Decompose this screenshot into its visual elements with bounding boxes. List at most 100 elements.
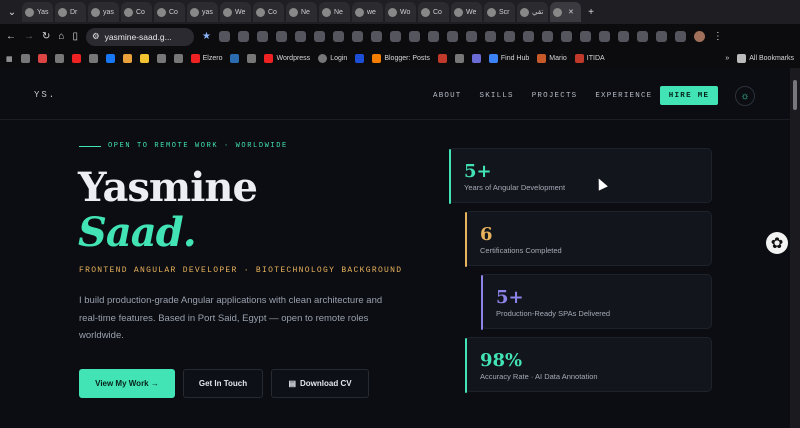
hire-me-button[interactable]: HIRE ME bbox=[660, 86, 718, 105]
tab-search-icon[interactable]: ⌄ bbox=[4, 7, 20, 18]
browser-tab[interactable]: Ne bbox=[319, 2, 350, 22]
bookmark-item[interactable] bbox=[139, 54, 149, 63]
extension-icon[interactable] bbox=[218, 31, 230, 42]
bookmarks-overflow-icon[interactable]: » bbox=[725, 55, 729, 62]
browser-tab[interactable]: Dr bbox=[55, 2, 86, 22]
bookmark-item[interactable] bbox=[71, 54, 81, 63]
bookmark-itida[interactable]: ITIDA bbox=[574, 54, 605, 63]
extension-icon[interactable] bbox=[598, 31, 610, 42]
browser-tab[interactable]: Scr bbox=[484, 2, 515, 22]
extension-icon[interactable] bbox=[332, 31, 344, 42]
site-header: YS. ABOUT SKILLS PROJECTS EXPERIENCE HIR… bbox=[0, 68, 790, 120]
browser-tab[interactable]: Co bbox=[121, 2, 152, 22]
extension-icon[interactable] bbox=[237, 31, 249, 42]
browser-tab[interactable]: Ne bbox=[286, 2, 317, 22]
browser-tab[interactable]: تقي bbox=[517, 2, 548, 22]
bookmark-item[interactable] bbox=[105, 54, 115, 63]
extension-icon[interactable] bbox=[294, 31, 306, 42]
theme-toggle-icon[interactable]: ☼ bbox=[735, 86, 755, 106]
bookmark-item[interactable] bbox=[122, 54, 132, 63]
view-my-work-button[interactable]: View My Work → bbox=[79, 369, 175, 398]
site-info-icon[interactable]: ⚙ bbox=[92, 31, 100, 42]
extension-icon[interactable] bbox=[351, 31, 363, 42]
extension-icon[interactable] bbox=[579, 31, 591, 42]
browser-tab[interactable]: yas bbox=[187, 2, 218, 22]
extension-icon[interactable] bbox=[655, 31, 667, 42]
extension-icon[interactable] bbox=[484, 31, 496, 42]
chatgpt-icon[interactable]: ✿ bbox=[766, 232, 788, 254]
bookmark-item[interactable] bbox=[230, 54, 240, 63]
get-in-touch-button[interactable]: Get In Touch bbox=[183, 369, 263, 398]
bookmark-find-hub[interactable]: Find Hub bbox=[488, 54, 529, 63]
tab-close-icon[interactable]: ✕ bbox=[568, 8, 574, 16]
profile-avatar[interactable] bbox=[693, 31, 705, 42]
browser-tab[interactable]: We bbox=[451, 2, 482, 22]
extension-icon[interactable] bbox=[427, 31, 439, 42]
all-bookmarks[interactable]: All Bookmarks bbox=[737, 54, 794, 63]
browser-tab[interactable]: Co bbox=[418, 2, 449, 22]
browser-tab[interactable]: We bbox=[220, 2, 251, 22]
scrollbar-thumb[interactable] bbox=[793, 80, 797, 110]
bookmark-item[interactable] bbox=[88, 54, 98, 63]
address-bar[interactable]: ⚙ yasmine-saad.g... bbox=[85, 27, 194, 46]
extension-icon[interactable] bbox=[503, 31, 515, 42]
stat-accent-bar bbox=[465, 338, 467, 393]
split-view-icon[interactable]: ▯ bbox=[72, 31, 78, 42]
bookmark-login[interactable]: Login bbox=[318, 54, 347, 63]
browser-tab[interactable]: Wo bbox=[385, 2, 416, 22]
extension-icon[interactable] bbox=[370, 31, 382, 42]
extension-icon[interactable] bbox=[560, 31, 572, 42]
hero-description: I build production-grade Angular applica… bbox=[79, 295, 383, 341]
extension-icon[interactable] bbox=[408, 31, 420, 42]
menu-icon[interactable]: ⋮ bbox=[713, 31, 723, 42]
download-cv-button[interactable]: ▤ Download CV bbox=[271, 369, 369, 398]
bookmark-elzero[interactable]: Elzero bbox=[190, 54, 222, 63]
nav-link-projects[interactable]: PROJECTS bbox=[532, 92, 578, 100]
browser-tab-active[interactable]: ✕ bbox=[550, 2, 581, 22]
tab-favicon-icon bbox=[157, 7, 166, 17]
extension-icon[interactable] bbox=[617, 31, 629, 42]
nav-link-about[interactable]: ABOUT bbox=[433, 92, 462, 100]
document-icon: ▤ bbox=[288, 379, 296, 388]
extension-icon[interactable] bbox=[522, 31, 534, 42]
browser-tab[interactable]: yas bbox=[88, 2, 119, 22]
bookmark-item[interactable] bbox=[173, 54, 183, 63]
browser-tab[interactable]: Co bbox=[253, 2, 284, 22]
bookmark-item[interactable] bbox=[54, 54, 64, 63]
site-logo[interactable]: YS. bbox=[34, 90, 56, 100]
extension-icon[interactable] bbox=[389, 31, 401, 42]
bookmark-item[interactable] bbox=[355, 54, 365, 63]
extension-icon[interactable] bbox=[541, 31, 553, 42]
extension-icon[interactable] bbox=[446, 31, 458, 42]
nav-link-experience[interactable]: EXPERIENCE bbox=[595, 92, 652, 100]
reload-icon[interactable]: ↻ bbox=[42, 31, 50, 42]
forward-icon[interactable]: → bbox=[24, 31, 34, 42]
extension-icon[interactable] bbox=[275, 31, 287, 42]
bookmark-mario[interactable]: Mario bbox=[537, 54, 567, 63]
apps-icon[interactable]: ▦ bbox=[6, 55, 13, 63]
back-icon[interactable]: ← bbox=[6, 31, 16, 42]
browser-tab[interactable]: Yas bbox=[22, 2, 53, 22]
extension-icon[interactable] bbox=[256, 31, 268, 42]
new-tab-icon[interactable]: + bbox=[583, 7, 599, 18]
bookmark-item[interactable] bbox=[437, 54, 447, 63]
bookmark-item[interactable] bbox=[454, 54, 464, 63]
extension-icon[interactable] bbox=[674, 31, 686, 42]
bookmark-item[interactable] bbox=[471, 54, 481, 63]
bookmark-item[interactable] bbox=[37, 54, 47, 63]
extension-icon[interactable] bbox=[465, 31, 477, 42]
bookmark-wordpress[interactable]: Wordpress bbox=[264, 54, 310, 63]
browser-tab[interactable]: we bbox=[352, 2, 383, 22]
bookmark-star-icon[interactable]: ★ bbox=[202, 31, 211, 42]
bookmark-blogger-posts[interactable]: Blogger: Posts bbox=[372, 54, 430, 63]
bookmark-item[interactable] bbox=[20, 54, 30, 63]
bookmark-item[interactable] bbox=[156, 54, 166, 63]
nav-link-skills[interactable]: SKILLS bbox=[480, 92, 514, 100]
extension-icon[interactable] bbox=[313, 31, 325, 42]
page-scrollbar[interactable] bbox=[790, 68, 800, 428]
browser-tab[interactable]: Co bbox=[154, 2, 185, 22]
bookmark-icon bbox=[230, 54, 240, 63]
home-icon[interactable]: ⌂ bbox=[58, 31, 64, 42]
bookmark-item[interactable] bbox=[247, 54, 257, 63]
extension-icon[interactable] bbox=[636, 31, 648, 42]
